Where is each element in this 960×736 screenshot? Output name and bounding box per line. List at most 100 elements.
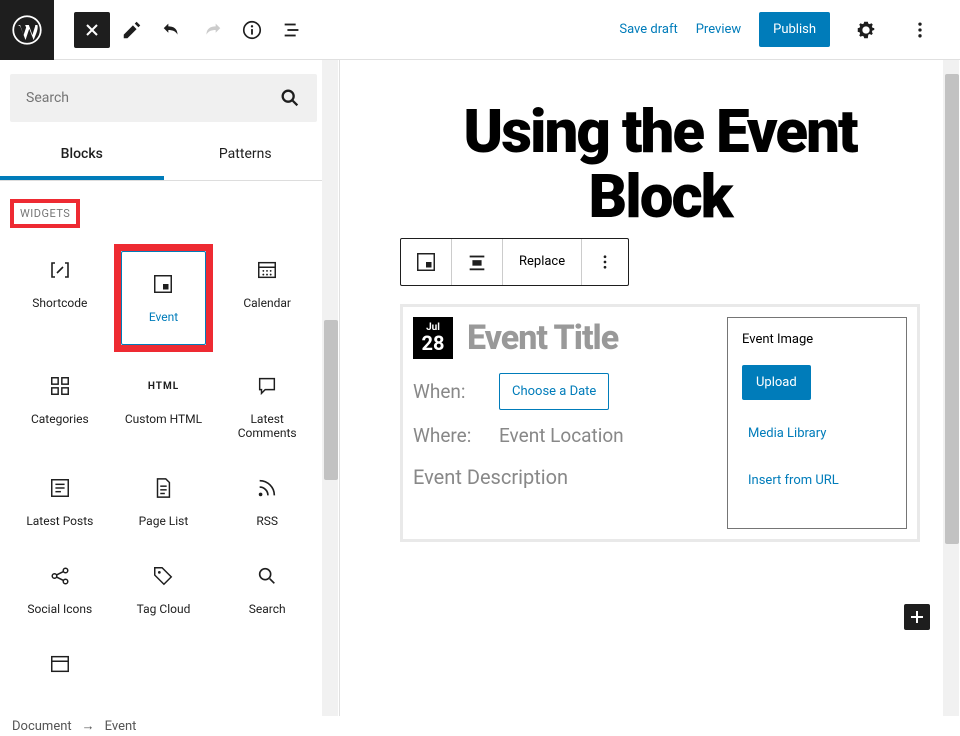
wordpress-icon xyxy=(12,15,42,45)
block-rss[interactable]: RSS xyxy=(217,462,317,542)
publish-button[interactable]: Publish xyxy=(759,12,830,47)
block-shortcode[interactable]: Shortcode xyxy=(10,244,110,352)
toolbar-align[interactable] xyxy=(452,239,503,285)
redo-icon xyxy=(201,19,223,41)
block-tag-cloud[interactable]: Tag Cloud xyxy=(114,550,214,630)
main-area: Blocks Patterns Widgets Shortcode Event xyxy=(0,60,960,716)
outline-button[interactable] xyxy=(274,12,310,48)
block-label: Search xyxy=(249,602,286,616)
kebab-icon xyxy=(596,253,614,271)
where-label: Where: xyxy=(413,424,483,447)
breadcrumb: Document → Event xyxy=(0,716,960,736)
redo-button[interactable] xyxy=(194,12,230,48)
editor-scrollbar-thumb[interactable] xyxy=(945,74,959,544)
preview-button[interactable]: Preview xyxy=(696,22,741,37)
media-library-link[interactable]: Media Library xyxy=(742,420,892,447)
block-label: Custom HTML xyxy=(125,412,202,426)
event-date-badge: Jul 28 xyxy=(413,317,453,359)
toolbar-block-type[interactable] xyxy=(401,239,452,285)
search-icon xyxy=(255,564,279,588)
calendar-icon xyxy=(255,258,279,282)
search-field[interactable] xyxy=(26,90,279,106)
event-icon xyxy=(151,272,175,296)
gear-icon xyxy=(855,19,877,41)
pagelist-icon xyxy=(151,476,175,500)
editor-canvas[interactable]: Using the Event Block Replace Jul 28 xyxy=(340,60,960,716)
edit-tool-button[interactable] xyxy=(114,12,150,48)
event-image-header: Event Image xyxy=(742,332,892,347)
plus-icon xyxy=(908,608,926,626)
editor-topbar: Save draft Preview Publish xyxy=(0,0,960,60)
block-page-list[interactable]: Page List xyxy=(114,462,214,542)
undo-icon xyxy=(161,19,183,41)
crumb-event[interactable]: Event xyxy=(105,719,137,734)
pencil-icon xyxy=(121,19,143,41)
block-social-icons[interactable]: Social Icons xyxy=(10,550,110,630)
inserter-tabs: Blocks Patterns xyxy=(0,132,327,181)
close-inserter-button[interactable] xyxy=(74,12,110,48)
when-label: When: xyxy=(413,380,483,403)
block-search[interactable]: Search xyxy=(217,550,317,630)
posts-icon xyxy=(48,476,72,500)
block-custom-html[interactable]: HTML Custom HTML xyxy=(114,360,214,454)
search-icon xyxy=(279,87,301,109)
block-label: Page List xyxy=(139,514,189,528)
block-label: Latest Posts xyxy=(26,514,93,528)
toolbar-more[interactable] xyxy=(582,239,628,285)
sidebar-scrollbar-thumb[interactable] xyxy=(324,320,338,480)
undo-button[interactable] xyxy=(154,12,190,48)
block-label: Calendar xyxy=(243,296,291,310)
block-extra[interactable] xyxy=(10,638,110,704)
categories-icon xyxy=(48,374,72,398)
event-location-input[interactable]: Event Location xyxy=(499,424,624,447)
comments-icon xyxy=(255,374,279,398)
tab-patterns[interactable]: Patterns xyxy=(164,132,328,180)
block-grid: Shortcode Event Calendar Categories xyxy=(10,244,317,704)
wordpress-logo[interactable] xyxy=(0,0,54,60)
crumb-document[interactable]: Document xyxy=(12,719,72,734)
upload-button[interactable]: Upload xyxy=(742,365,811,400)
outline-icon xyxy=(281,19,303,41)
block-toolbar: Replace xyxy=(400,238,629,286)
post-title[interactable]: Using the Event Block xyxy=(400,100,920,230)
settings-button[interactable] xyxy=(848,12,884,48)
info-button[interactable] xyxy=(234,12,270,48)
align-icon xyxy=(466,251,488,273)
block-label: Social Icons xyxy=(27,602,92,616)
block-label: Tag Cloud xyxy=(137,602,191,616)
event-block[interactable]: Jul 28 Event Title When: Choose a Date W… xyxy=(400,304,920,542)
block-label: Latest Comments xyxy=(221,412,313,440)
tag-icon xyxy=(151,564,175,588)
block-inserter-panel: Blocks Patterns Widgets Shortcode Event xyxy=(0,60,340,716)
block-label: Categories xyxy=(31,412,89,426)
block-latest-comments[interactable]: Latest Comments xyxy=(217,360,317,454)
insert-from-url-link[interactable]: Insert from URL xyxy=(742,467,892,494)
html-icon: HTML xyxy=(151,374,175,398)
block-search-input[interactable] xyxy=(10,74,317,122)
block-label: Event xyxy=(149,310,178,324)
extra-icon xyxy=(48,652,72,676)
block-event[interactable]: Event xyxy=(121,251,207,345)
block-calendar[interactable]: Calendar xyxy=(217,244,317,352)
kebab-icon xyxy=(910,20,930,40)
add-block-button[interactable] xyxy=(904,604,930,630)
choose-date-button[interactable]: Choose a Date xyxy=(499,373,609,410)
save-draft-button[interactable]: Save draft xyxy=(619,22,677,37)
event-title-input[interactable]: Event Title xyxy=(467,318,618,358)
block-latest-posts[interactable]: Latest Posts xyxy=(10,462,110,542)
event-description-input[interactable]: Event Description xyxy=(413,465,707,489)
more-options-button[interactable] xyxy=(902,12,938,48)
topbar-right-tools: Save draft Preview Publish xyxy=(619,12,960,48)
info-icon xyxy=(241,19,263,41)
block-categories[interactable]: Categories xyxy=(10,360,110,454)
shortcode-icon xyxy=(48,258,72,282)
share-icon xyxy=(48,564,72,588)
crumb-arrow: → xyxy=(82,718,95,734)
toolbar-replace[interactable]: Replace xyxy=(503,239,582,285)
section-heading-widgets: Widgets xyxy=(10,199,80,228)
block-label: Shortcode xyxy=(32,296,87,310)
event-day: 28 xyxy=(422,333,445,353)
tab-blocks[interactable]: Blocks xyxy=(0,132,164,180)
event-icon xyxy=(415,251,437,273)
event-image-panel: Event Image Upload Media Library Insert … xyxy=(727,317,907,529)
